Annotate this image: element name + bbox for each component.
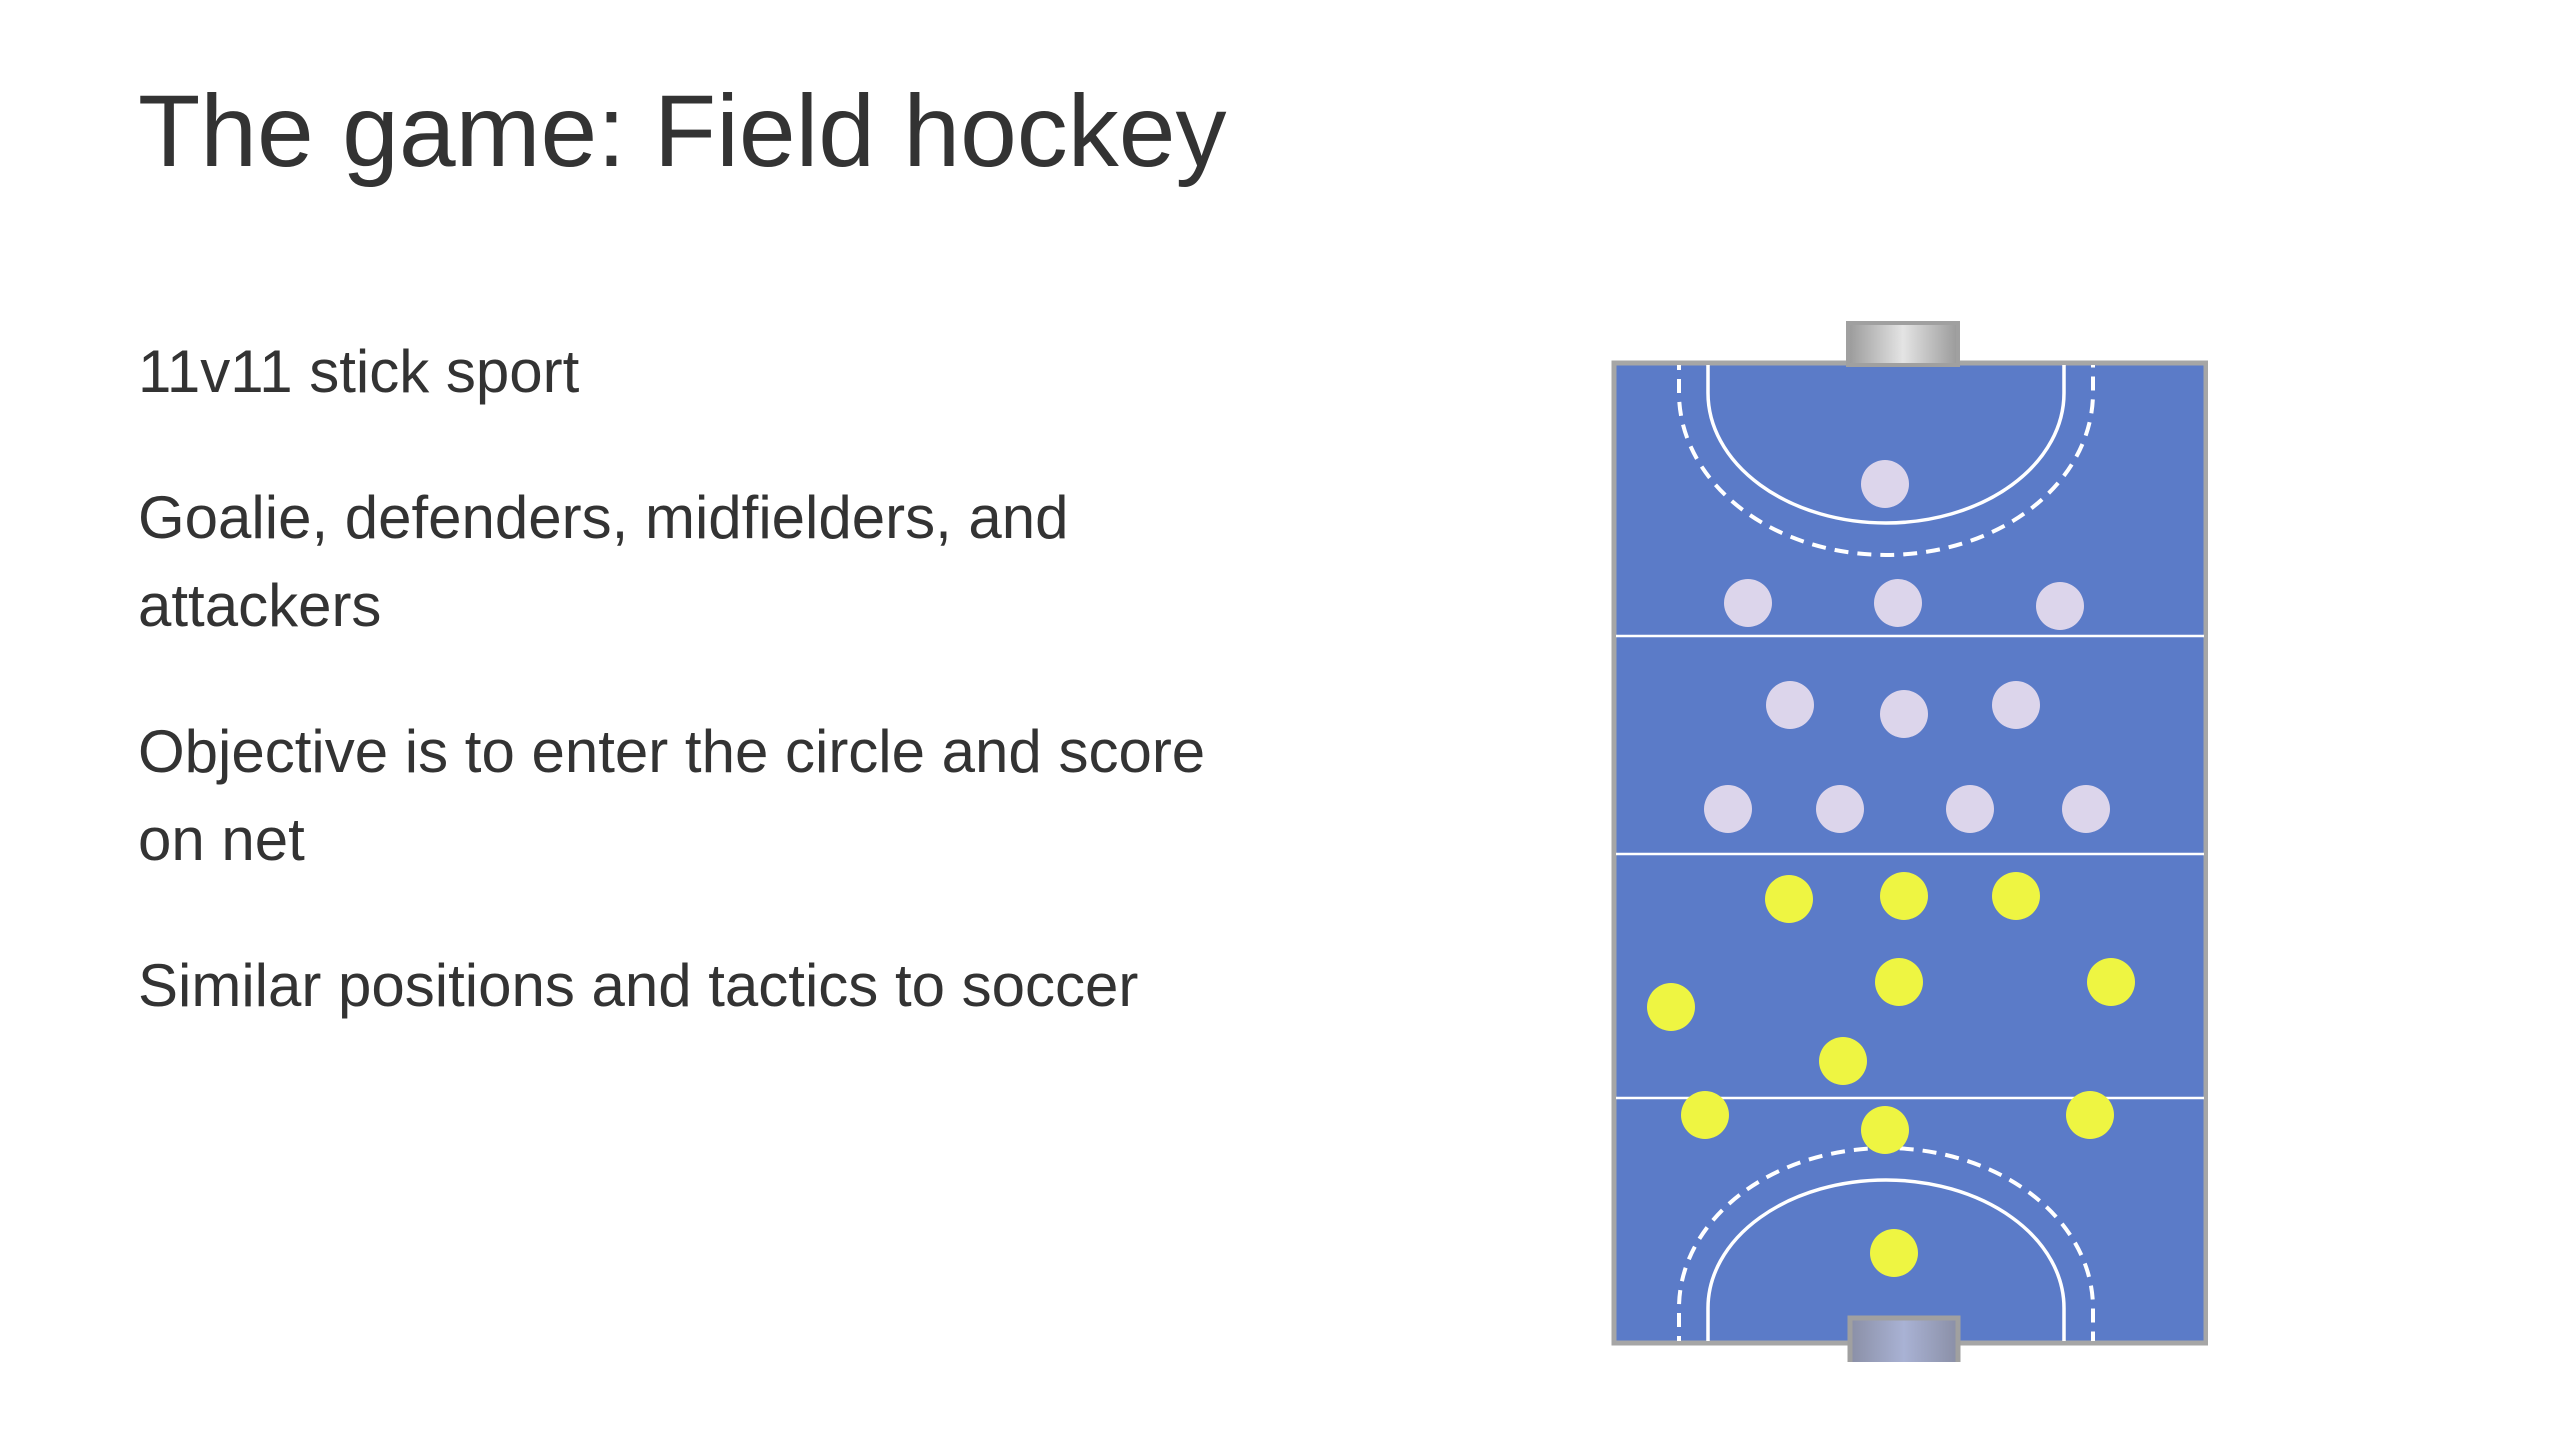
pitch-svg xyxy=(1611,321,2208,1362)
bullet-list: 11v11 stick sport Goalie, defenders, mid… xyxy=(138,328,1238,1088)
player-marker-bottom-team xyxy=(2066,1091,2114,1139)
player-marker-top-team xyxy=(1724,579,1772,627)
player-marker-top-team xyxy=(1946,785,1994,833)
player-marker-top-team xyxy=(1874,579,1922,627)
goal-top xyxy=(1846,321,1960,367)
goal-bottom xyxy=(1847,1315,1961,1362)
player-marker-bottom-team xyxy=(1819,1037,1867,1085)
player-marker-top-team xyxy=(1861,460,1909,508)
bullet-item: 11v11 stick sport xyxy=(138,338,580,405)
player-marker-top-team xyxy=(2036,582,2084,630)
bullet-item: Objective is to enter the circle and sco… xyxy=(138,718,1206,873)
player-marker-top-team xyxy=(2062,785,2110,833)
slide: The game: Field hockey 11v11 stick sport… xyxy=(0,0,2560,1440)
player-marker-top-team xyxy=(1992,681,2040,729)
player-marker-bottom-team xyxy=(1681,1091,1729,1139)
bullet-item: Goalie, defenders, midfielders, and atta… xyxy=(138,484,1069,639)
player-marker-top-team xyxy=(1766,681,1814,729)
player-marker-bottom-team xyxy=(1875,958,1923,1006)
player-marker-top-team xyxy=(1880,690,1928,738)
player-marker-bottom-team xyxy=(1992,872,2040,920)
player-marker-bottom-team xyxy=(1870,1229,1918,1277)
bullet-item: Similar positions and tactics to soccer xyxy=(138,952,1139,1019)
player-marker-bottom-team xyxy=(1861,1106,1909,1154)
player-marker-top-team xyxy=(1816,785,1864,833)
player-marker-bottom-team xyxy=(1765,875,1813,923)
field-hockey-pitch-diagram xyxy=(1598,318,2208,1362)
player-marker-top-team xyxy=(1704,785,1752,833)
player-marker-bottom-team xyxy=(1647,983,1695,1031)
player-marker-bottom-team xyxy=(2087,958,2135,1006)
slide-title: The game: Field hockey xyxy=(138,74,1227,188)
player-marker-bottom-team xyxy=(1880,872,1928,920)
